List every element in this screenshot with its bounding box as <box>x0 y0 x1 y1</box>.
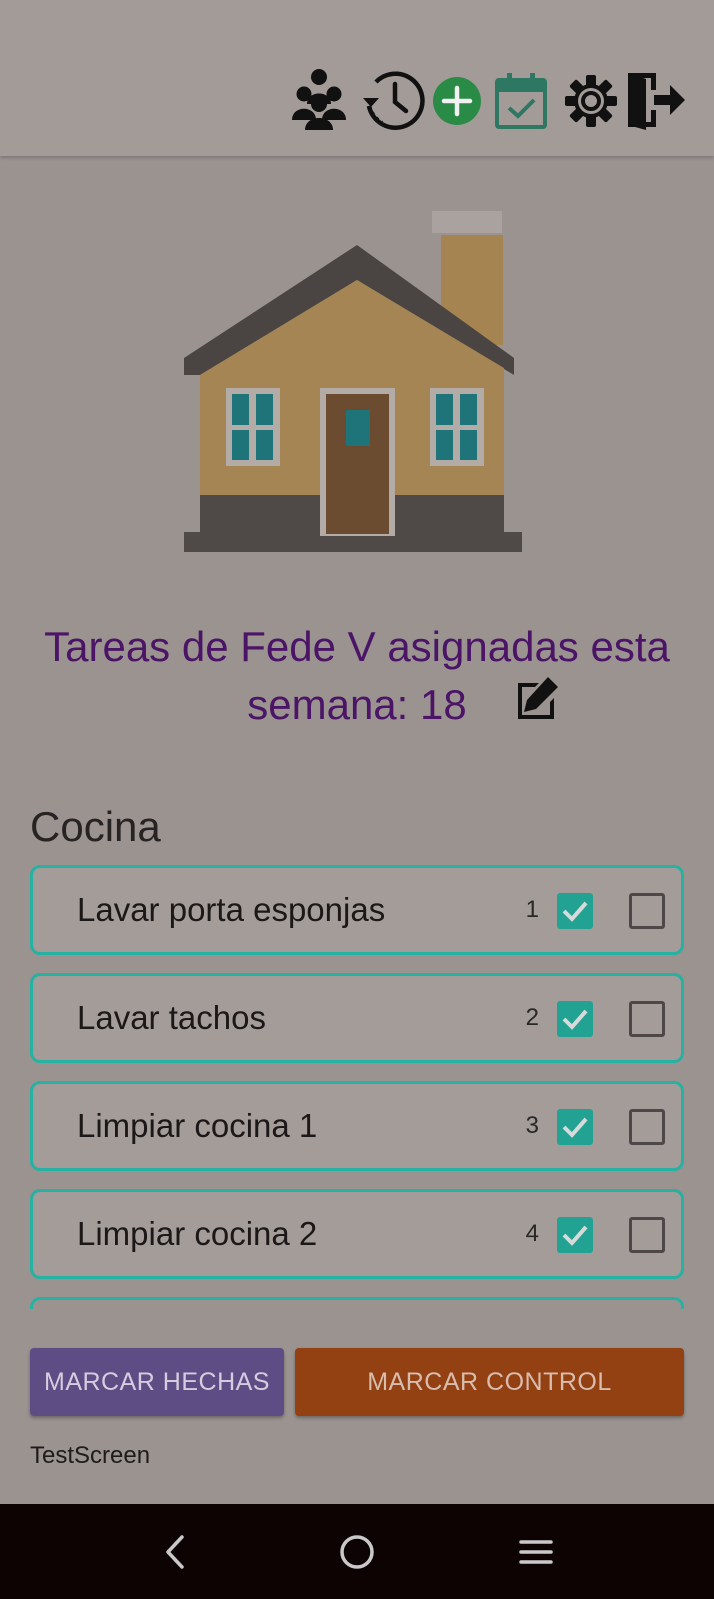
check-icon <box>562 1117 588 1138</box>
task-name: Lavar tachos <box>77 999 266 1036</box>
check-icon <box>562 1009 588 1030</box>
menu-icon[interactable] <box>518 1537 554 1567</box>
task-number: 3 <box>525 1112 539 1139</box>
top-app-bar <box>0 0 714 156</box>
done-checkbox[interactable] <box>557 893 593 929</box>
calendar-check-icon[interactable] <box>494 72 548 130</box>
done-checkbox[interactable] <box>557 1001 593 1037</box>
task-number: 4 <box>525 1220 539 1247</box>
logout-icon[interactable] <box>628 70 686 130</box>
task-name: Limpiar cocina 2 <box>77 1215 318 1252</box>
system-nav-bar <box>0 1504 714 1599</box>
control-checkbox[interactable] <box>629 1109 665 1145</box>
task-item[interactable]: Limpiar cocina 2 4 <box>30 1189 684 1279</box>
back-icon[interactable] <box>160 1534 194 1570</box>
task-name: Limpiar cocina 1 <box>77 1107 318 1144</box>
task-number: 2 <box>525 1004 539 1031</box>
check-icon <box>562 901 588 922</box>
history-icon[interactable] <box>362 68 426 132</box>
check-icon <box>562 1225 588 1246</box>
edit-icon[interactable] <box>514 673 564 723</box>
mark-control-button[interactable]: MARCAR CONTROL <box>295 1348 684 1416</box>
task-item-partial[interactable] <box>30 1297 684 1309</box>
gear-icon[interactable] <box>564 74 618 128</box>
house-illustration <box>184 211 522 552</box>
task-item[interactable]: Lavar porta esponjas 1 <box>30 865 684 955</box>
footer-label: TestScreen <box>30 1442 151 1469</box>
mark-done-button[interactable]: MARCAR HECHAS <box>30 1348 284 1416</box>
section-title-cocina: Cocina <box>30 803 161 850</box>
add-circle-icon[interactable] <box>432 76 482 126</box>
people-group-icon[interactable] <box>292 68 346 130</box>
task-item[interactable]: Lavar tachos 2 <box>30 973 684 1063</box>
task-number: 1 <box>525 896 539 923</box>
control-checkbox[interactable] <box>629 893 665 929</box>
task-item[interactable]: Limpiar cocina 1 3 <box>30 1081 684 1171</box>
page-title: Tareas de Fede V asignadas esta semana: … <box>44 623 670 728</box>
done-checkbox[interactable] <box>557 1217 593 1253</box>
task-name: Lavar porta esponjas <box>77 891 386 928</box>
done-checkbox[interactable] <box>557 1109 593 1145</box>
control-checkbox[interactable] <box>629 1001 665 1037</box>
home-icon[interactable] <box>338 1533 376 1571</box>
control-checkbox[interactable] <box>629 1217 665 1253</box>
